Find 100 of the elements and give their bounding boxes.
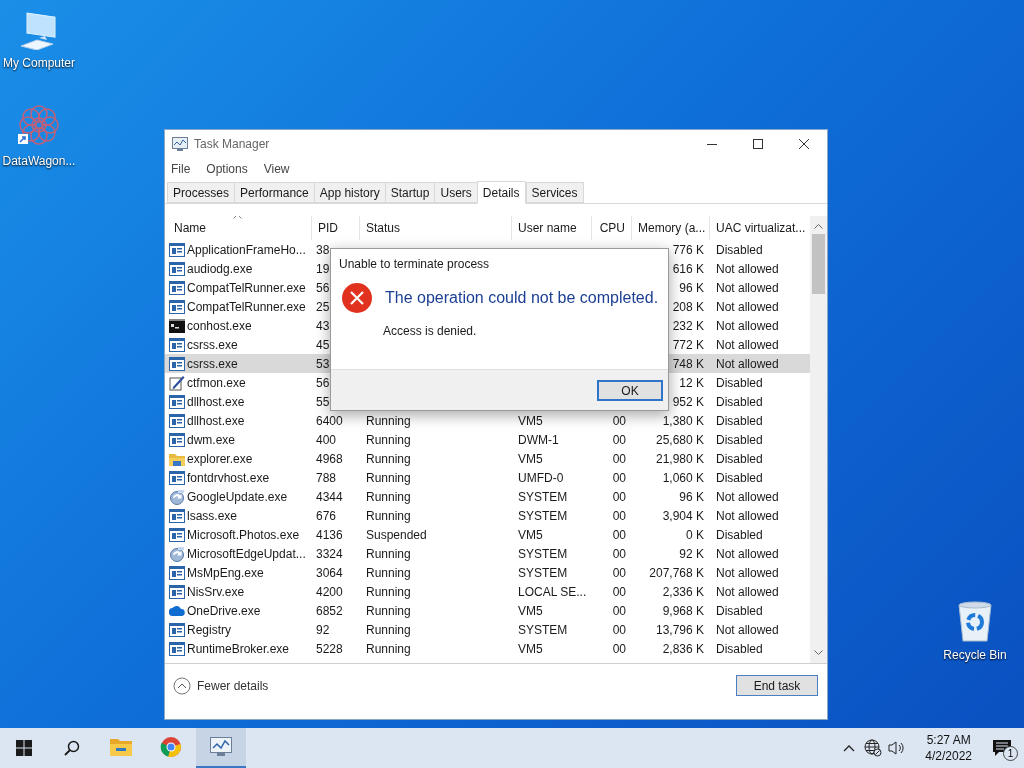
table-cell-text: Disabled [716,450,763,468]
table-cell-text: Disabled [716,374,763,392]
table-cell-text: 6400 [316,412,343,430]
table-cell-text: 45 [316,336,330,354]
table-cell-text: 952 K [672,393,704,411]
table-cell-text: 1,060 K [662,469,704,487]
table-cell-text: MicrosoftEdgeUpdat... [187,545,306,563]
table-cell-text: SYSTEM [518,564,568,582]
table-cell-text: Running [366,545,411,563]
table-cell-text: 12 K [679,374,704,392]
table-cell-text: Not allowed [716,545,779,563]
table-cell-text: SYSTEM [518,621,568,639]
table-cell-text: Running [366,583,411,601]
table-cell-text: Not allowed [716,564,779,582]
table-cell-text: 9,968 K [662,602,704,620]
table-cell-text: 6852 [316,602,343,620]
table-cell-text: 5228 [316,640,343,658]
table-cell-text: SYSTEM [518,488,568,506]
table-cell-text: 776 K [672,241,704,259]
table-cell-text: MsMpEng.exe [187,564,264,582]
table-cell-text: 56 [316,374,330,392]
table-cell-text: 00 [612,640,626,658]
table-cell-text: Not allowed [716,336,779,354]
table-cell-text: 56 [316,279,330,297]
table-cell-text: 400 [316,431,337,449]
table-cell-text: Running [366,640,411,658]
table-cell-text: Disabled [716,431,763,449]
dialog-title: Unable to terminate process [338,256,491,273]
table-cell-text: Not allowed [716,621,779,639]
table-cell-text: VM5 [518,526,543,544]
table-cell-text: VM5 [518,602,543,620]
table-cell-text: 43 [316,317,330,335]
table-cell-text: fontdrvhost.exe [187,469,270,487]
table-cell-text: Not allowed [716,279,779,297]
table-cell-text: 00 [612,488,626,506]
table-cell-text: Disabled [716,526,763,544]
table-cell-text: 00 [612,526,626,544]
table-cell-text: 00 [612,469,626,487]
table-cell-text: 00 [612,583,626,601]
table-cell-text: 00 [612,431,626,449]
table-cell-text: ApplicationFrameHo... [187,241,306,259]
table-cell-text: Disabled [716,393,763,411]
table-cell-text: audiodg.exe [187,260,253,278]
table-cell-text: 25 [316,298,330,316]
table-cell-text: 772 K [672,336,704,354]
table-cell-text: 4200 [316,583,343,601]
table-cell-text: 13,796 K [655,621,704,639]
table-cell-text: VM5 [518,412,543,430]
table-cell-text: CompatTelRunner.exe [187,298,306,316]
table-cell-text: 3324 [316,545,343,563]
table-cell-text: Not allowed [716,355,779,373]
table-cell-text: UMFD-0 [518,469,564,487]
table-cell-text: dllhost.exe [187,412,245,430]
table-cell-text: 19 [316,260,330,278]
table-cell-text: 92 K [679,545,704,563]
table-cell-text: Running [366,412,411,430]
table-cell-text: 4344 [316,488,343,506]
table-cell-text: 748 K [672,355,704,373]
table-cell-text: Suspended [366,526,427,544]
table-cell-text: 00 [612,621,626,639]
table-cell-text: 232 K [672,317,704,335]
table-cell-text: DWM-1 [518,431,559,449]
table-cell-text: Disabled [716,640,763,658]
table-cell-text: 96 K [679,488,704,506]
notification-badge: 1 [1003,746,1018,761]
table-cell-text: Running [366,507,411,525]
table-cell-text: dwm.exe [187,431,236,449]
table-cell-text: Running [366,564,411,582]
table-cell-text: 00 [612,564,626,582]
table-cell-text: 96 K [679,279,704,297]
table-cell-text: NisSrv.exe [187,583,245,601]
table-cell-text: Running [366,450,411,468]
table-cell-text: 4968 [316,450,343,468]
table-cell-text: CompatTelRunner.exe [187,279,306,297]
table-cell-text: Not allowed [716,298,779,316]
table-cell-text: Running [366,621,411,639]
table-cell-text: Disabled [716,412,763,430]
table-cell-text: Not allowed [716,260,779,278]
table-cell-text: Running [366,431,411,449]
table-cell-text: Running [366,602,411,620]
table-cell-text: 00 [612,450,626,468]
dialog-heading: The operation could not be completed. [385,288,659,308]
table-cell-text: 92 [316,621,330,639]
table-cell-text: 208 K [672,298,704,316]
table-cell-text: csrss.exe [187,355,238,373]
table-cell-text: 00 [612,507,626,525]
table-cell-text: conhost.exe [187,317,252,335]
table-cell-text: Not allowed [716,507,779,525]
table-cell-text: dllhost.exe [187,393,245,411]
table-cell-text: 1,380 K [662,412,704,430]
table-cell-text: 00 [612,602,626,620]
table-cell-text: 207,768 K [649,564,704,582]
table-cell-text: 00 [612,412,626,430]
table-cell-text: 21,980 K [655,450,704,468]
table-cell-text: explorer.exe [187,450,253,468]
table-cell-text: VM5 [518,640,543,658]
dialog-message: Access is denied. [383,323,478,340]
table-cell-text: 25,680 K [655,431,704,449]
table-cell-text: LOCAL SE... [518,583,587,601]
table-cell-text: 788 [316,469,337,487]
